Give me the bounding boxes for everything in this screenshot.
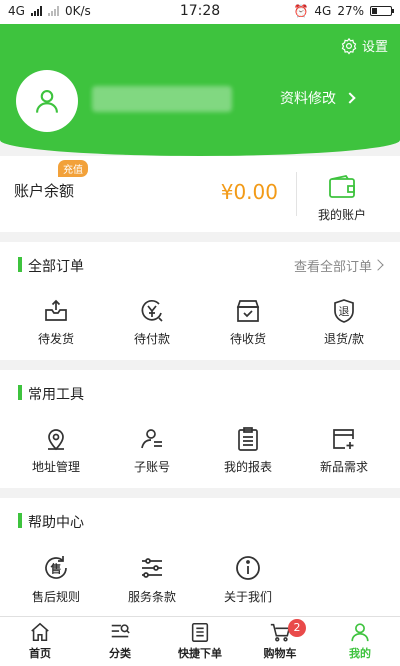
after-sale-icon: 售 — [45, 556, 67, 579]
order-item-label: 待付款 — [133, 332, 170, 346]
cart-count-badge: 2 — [288, 619, 306, 637]
help-item-label: 关于我们 — [223, 590, 272, 604]
home-icon — [31, 622, 49, 642]
order-item-label: 待发货 — [37, 332, 74, 346]
order-item-label: 退货/款 — [323, 332, 365, 346]
order-pending-shipment[interactable]: 待发货 — [16, 298, 96, 347]
gear-icon — [341, 37, 357, 55]
tab-label: 我的 — [349, 647, 371, 660]
view-all-orders-link[interactable]: 查看全部订单 — [294, 256, 372, 275]
battery-icon — [370, 6, 394, 16]
edit-profile-label: 资料修改 — [280, 91, 336, 107]
alarm-icon: ⏰ — [293, 4, 309, 18]
avatar[interactable] — [16, 70, 78, 132]
box-out-icon — [45, 299, 67, 321]
user-icon — [36, 90, 58, 113]
chevron-right-icon — [344, 92, 356, 104]
orders-section: 全部订单 查看全部订单 待发货 待付款 待收货 退 退货/款 — [0, 242, 400, 360]
network-type-2: 4G — [314, 4, 332, 18]
tool-item-label: 地址管理 — [31, 460, 80, 474]
my-account-label: 我的账户 — [317, 208, 366, 222]
divider — [296, 172, 297, 216]
settings-button[interactable]: 设置 — [340, 36, 388, 55]
category-icon — [111, 624, 130, 638]
balance-card: 充值 账户余额 ¥0.00 我的账户 — [0, 156, 400, 232]
recharge-badge[interactable]: 充值 — [58, 160, 88, 177]
tab-quick-order[interactable]: 快捷下单 — [160, 617, 240, 666]
bottom-tab-bar: 首页 分类 快捷下单 2 购物车 我的 — [0, 616, 400, 666]
terms-icon — [142, 558, 162, 578]
sub-account-icon — [141, 429, 162, 449]
tab-cart[interactable]: 2 购物车 — [240, 617, 320, 666]
new-product-icon — [333, 429, 354, 449]
tool-item-label: 我的报表 — [223, 460, 272, 474]
username-blurred — [92, 86, 232, 112]
order-pending-receipt[interactable]: 待收货 — [208, 298, 288, 347]
order-refund[interactable]: 退 退货/款 — [304, 298, 384, 347]
tool-item-label: 新品需求 — [319, 460, 368, 474]
tab-label: 购物车 — [263, 647, 297, 660]
info-icon — [236, 556, 260, 580]
help-about[interactable]: 关于我们 — [208, 554, 288, 605]
svg-text:售: 售 — [50, 562, 62, 576]
tab-label: 首页 — [29, 647, 51, 660]
tool-new-product[interactable]: 新品需求 — [304, 426, 384, 475]
profile-header: 设置 资料修改 — [0, 24, 400, 156]
order-pending-payment[interactable]: 待付款 — [112, 298, 192, 347]
return-shield-icon: 退 — [334, 299, 354, 323]
order-item-label: 待收货 — [229, 332, 266, 346]
package-check-icon — [236, 300, 260, 322]
help-title: 帮助中心 — [18, 512, 84, 532]
tools-section: 常用工具 地址管理 子账号 我的报表 新品需求 — [0, 370, 400, 488]
help-item-label: 售后规则 — [31, 590, 80, 604]
tab-home[interactable]: 首页 — [0, 617, 80, 666]
location-icon — [48, 429, 64, 451]
tab-label: 快捷下单 — [178, 647, 222, 660]
tool-report[interactable]: 我的报表 — [208, 426, 288, 475]
tab-profile[interactable]: 我的 — [320, 617, 400, 666]
wallet-icon — [329, 174, 355, 198]
yen-clock-icon — [141, 299, 163, 322]
tab-category[interactable]: 分类 — [80, 617, 160, 666]
my-account-button[interactable]: 我的账户 — [312, 174, 372, 223]
status-bar: 4G 0K/s 17:28 ⏰ 4G 27% — [0, 0, 400, 24]
report-icon — [238, 427, 258, 451]
help-item-label: 服务条款 — [127, 590, 176, 604]
profile-icon — [351, 623, 369, 642]
help-section: 帮助中心 售 售后规则 服务条款 关于我们 — [0, 498, 400, 616]
chevron-right-icon — [372, 259, 384, 271]
balance-value: ¥0.00 — [220, 180, 278, 204]
quick-order-icon — [191, 622, 209, 642]
tools-title: 常用工具 — [18, 384, 84, 404]
tool-address[interactable]: 地址管理 — [16, 426, 96, 475]
help-after-sale[interactable]: 售 售后规则 — [16, 554, 96, 605]
edit-profile-button[interactable]: 资料修改 — [280, 88, 356, 108]
orders-title: 全部订单 — [18, 256, 84, 276]
tab-label: 分类 — [109, 647, 131, 660]
tool-sub-account[interactable]: 子账号 — [112, 426, 192, 475]
battery-percent: 27% — [337, 4, 364, 18]
balance-label: 账户余额 — [14, 182, 75, 200]
settings-label: 设置 — [361, 40, 388, 55]
svg-text:退: 退 — [339, 305, 350, 318]
tool-item-label: 子账号 — [133, 460, 170, 474]
help-terms[interactable]: 服务条款 — [112, 554, 192, 605]
